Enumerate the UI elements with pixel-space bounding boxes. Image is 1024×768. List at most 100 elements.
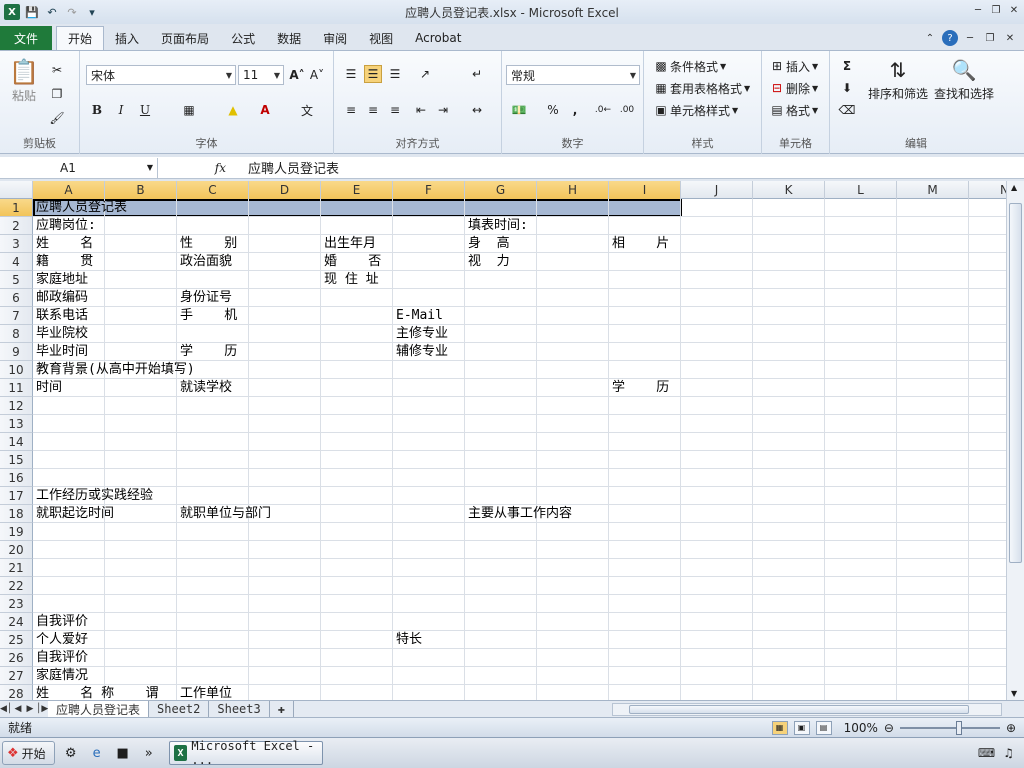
speaker-icon[interactable]: ♫ — [1003, 746, 1014, 760]
cell-a4[interactable]: 籍 贯 — [33, 253, 93, 271]
insert-cells-button[interactable]: ⊞ 插入 ▼ — [768, 57, 818, 75]
cell-a27[interactable]: 家庭情况 — [33, 667, 88, 685]
cell-a1[interactable]: 应聘人员登记表 — [33, 199, 127, 217]
cell-f9[interactable]: 辅修专业 — [393, 343, 448, 361]
row-header-27[interactable]: 27 — [0, 667, 33, 685]
align-top-icon[interactable]: ☰ — [342, 65, 360, 83]
help-icon[interactable]: ? — [942, 30, 958, 46]
row-header-21[interactable]: 21 — [0, 559, 33, 577]
row-header-13[interactable]: 13 — [0, 415, 33, 433]
row-header-12[interactable]: 12 — [0, 397, 33, 415]
column-header-d[interactable]: D — [249, 181, 321, 199]
horizontal-scrollbar[interactable] — [612, 703, 1002, 716]
cell-f25[interactable]: 特长 — [393, 631, 422, 649]
new-sheet-icon[interactable]: ✚ — [270, 701, 294, 717]
conditional-format-button[interactable]: ▩ 条件格式 ▼ — [652, 57, 726, 75]
phonetic-icon[interactable]: 文 — [298, 101, 316, 119]
column-header-i[interactable]: I — [609, 181, 681, 199]
row-header-10[interactable]: 10 — [0, 361, 33, 379]
sheet-tab-2[interactable]: Sheet2 — [149, 701, 210, 717]
decrease-indent-icon[interactable]: ⇤ — [412, 101, 430, 119]
row-header-9[interactable]: 9 — [0, 343, 33, 361]
cell-a6[interactable]: 邮政编码 — [33, 289, 88, 307]
align-bottom-icon[interactable]: ☰ — [386, 65, 404, 83]
column-header-e[interactable]: E — [321, 181, 393, 199]
start-button[interactable]: ❖ 开始 — [2, 741, 55, 765]
cell-c9[interactable]: 学 历 — [177, 343, 237, 361]
cell-a2[interactable]: 应聘岗位: — [33, 217, 96, 235]
tab-formulas[interactable]: 公式 — [220, 26, 266, 50]
column-header-c[interactable]: C — [177, 181, 249, 199]
tab-home[interactable]: 开始 — [56, 26, 105, 50]
sheet-tab-3[interactable]: Sheet3 — [209, 701, 270, 717]
customize-icon[interactable]: ▾ — [84, 4, 100, 20]
cell-a8[interactable]: 毕业院校 — [33, 325, 88, 343]
row-header-7[interactable]: 7 — [0, 307, 33, 325]
font-color-icon[interactable]: A — [256, 101, 274, 119]
row-header-24[interactable]: 24 — [0, 613, 33, 631]
cell-g18[interactable]: 主要从事工作内容 — [465, 505, 572, 523]
last-sheet-icon[interactable]: │▶ — [36, 704, 48, 714]
scroll-down-icon[interactable]: ▼ — [1011, 689, 1017, 698]
more-icon[interactable]: » — [139, 743, 159, 763]
align-left-icon[interactable]: ≡ — [342, 101, 360, 119]
taskbar-excel-item[interactable]: X Microsoft Excel - ... — [168, 739, 323, 767]
underline-button[interactable]: U — [136, 101, 154, 119]
format-painter-icon[interactable]: 🖌 — [48, 109, 66, 127]
column-header-b[interactable]: B — [105, 181, 177, 199]
excel-logo-icon[interactable]: X — [4, 4, 20, 20]
column-header-m[interactable]: M — [897, 181, 969, 199]
restore-icon[interactable]: ❐ — [988, 2, 1004, 18]
sheet-tab-1[interactable]: 应聘人员登记表 — [48, 701, 150, 717]
name-box[interactable]: A1 ▼ — [0, 157, 158, 178]
cell-i11[interactable]: 学 历 — [609, 379, 669, 397]
column-header-k[interactable]: K — [753, 181, 825, 199]
cell-a24[interactable]: 自我评价 — [33, 613, 88, 631]
tab-insert[interactable]: 插入 — [104, 26, 150, 50]
accounting-format-icon[interactable]: 💵 — [510, 101, 528, 119]
zoom-slider-knob[interactable] — [955, 720, 962, 735]
clear-icon[interactable]: ⌫ — [838, 101, 856, 119]
tab-review[interactable]: 审阅 — [312, 26, 358, 50]
cell-i3[interactable]: 相 片 — [609, 235, 669, 253]
doc-minimize-icon[interactable]: ─ — [962, 30, 978, 46]
cell-g3[interactable]: 身 高 — [465, 235, 510, 253]
quicklaunch-tool-icon[interactable]: ■ — [113, 743, 133, 763]
grow-font-icon[interactable]: A˄ — [288, 66, 306, 84]
merge-center-icon[interactable]: ↔ — [468, 101, 486, 119]
cell-a11[interactable]: 时间 — [33, 379, 62, 397]
scroll-up-icon[interactable]: ▲ — [1011, 183, 1017, 192]
row-header-15[interactable]: 15 — [0, 451, 33, 469]
first-sheet-icon[interactable]: ◀│ — [0, 704, 12, 714]
cell-e4[interactable]: 婚 否 — [321, 253, 381, 271]
page-layout-view-icon[interactable]: ▣ — [793, 720, 810, 735]
paste-button[interactable]: 📋 粘贴 — [8, 57, 40, 104]
undo-icon[interactable]: ↶ — [44, 4, 60, 20]
cell-area[interactable]: 应聘人员登记表 应聘岗位: 填表时间: 姓 名 性 别 出生年月 身 高 相 片籍 贯 政治面貌… — [33, 199, 1006, 700]
cell-e3[interactable]: 出生年月 — [321, 235, 376, 253]
normal-view-icon[interactable]: ▦ — [771, 720, 788, 735]
keyboard-icon[interactable]: ⌨ — [978, 746, 995, 760]
row-header-14[interactable]: 14 — [0, 433, 33, 451]
cell-g4[interactable]: 视 力 — [465, 253, 510, 271]
font-size-combo[interactable]: 11 ▼ — [238, 65, 284, 85]
percent-button[interactable]: % — [544, 101, 562, 119]
cell-a26[interactable]: 自我评价 — [33, 649, 88, 667]
cell-a25[interactable]: 个人爱好 — [33, 631, 88, 649]
row-header-11[interactable]: 11 — [0, 379, 33, 397]
vertical-scrollbar[interactable]: ▲ ▼ — [1006, 181, 1024, 700]
row-header-28[interactable]: 28 — [0, 685, 33, 700]
cell-c28[interactable]: 工作单位 — [177, 685, 232, 700]
find-select-button[interactable]: 🔍 查找和选择 — [934, 55, 994, 102]
cell-c18[interactable]: 就职单位与部门 — [177, 505, 271, 523]
row-header-25[interactable]: 25 — [0, 631, 33, 649]
row-header-2[interactable]: 2 — [0, 217, 33, 235]
zoom-in-icon[interactable]: ⊕ — [1006, 721, 1016, 735]
minimize-icon[interactable]: ─ — [970, 2, 986, 18]
prev-sheet-icon[interactable]: ◀ — [12, 704, 24, 714]
orientation-icon[interactable]: ↗ — [416, 65, 434, 83]
select-all-corner[interactable] — [0, 181, 33, 199]
format-cells-button[interactable]: ▤ 格式 ▼ — [768, 101, 818, 119]
zoom-out-icon[interactable]: ⊖ — [884, 721, 894, 735]
delete-cells-button[interactable]: ⊟ 删除 ▼ — [768, 79, 818, 97]
